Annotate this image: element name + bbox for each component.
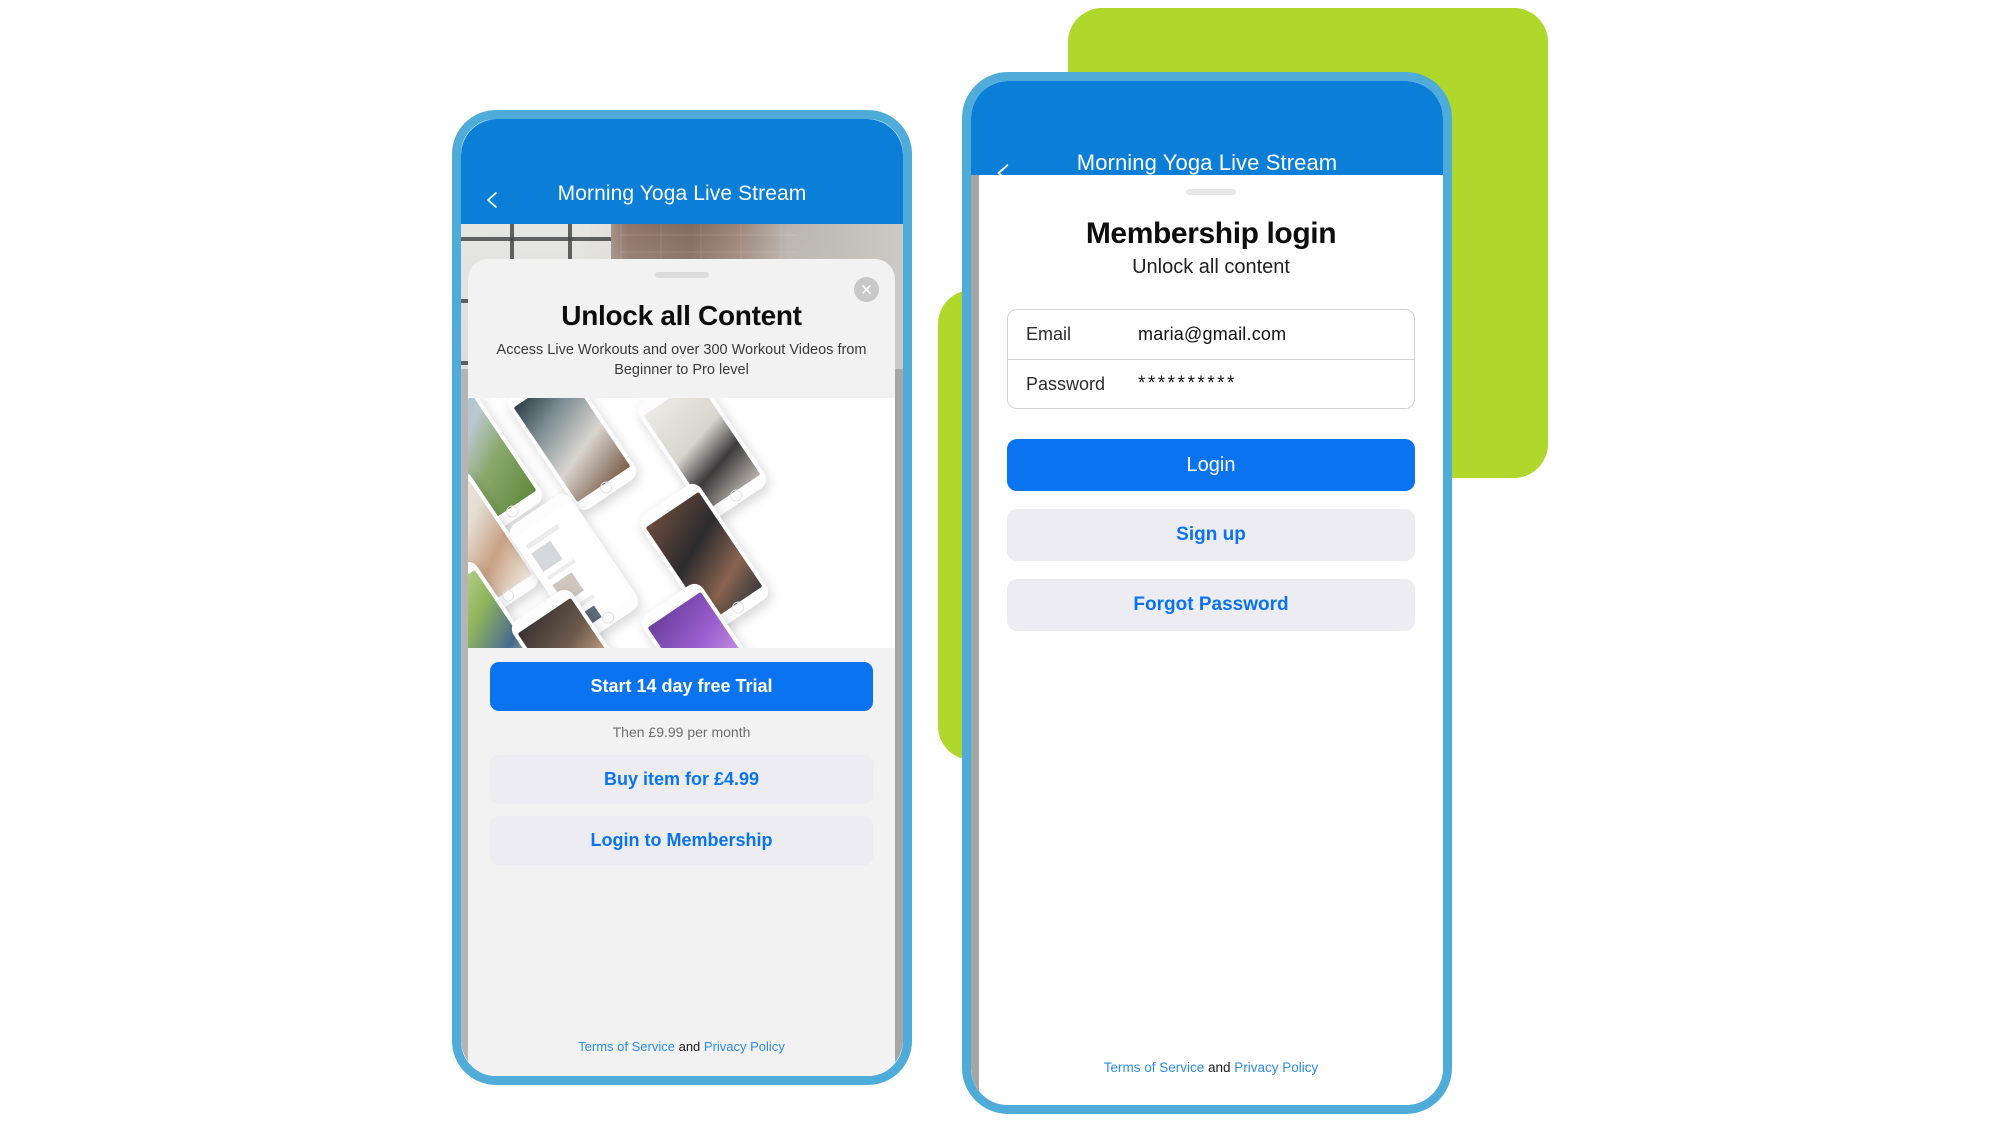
sheet-subtitle: Access Live Workouts and over 300 Workou… <box>496 342 867 378</box>
email-label: Email <box>1026 324 1072 344</box>
price-note: Then £9.99 per month <box>612 724 751 741</box>
chevron-left-icon[interactable] <box>483 190 503 210</box>
app-screenshots-collage <box>468 398 895 649</box>
phone-mockup-paywall: Morning Yoga Live Stream Unlock all Cont… <box>452 110 912 1085</box>
legal-conjunction: and <box>1204 1060 1235 1075</box>
forgot-password-button[interactable]: Forgot Password <box>1007 579 1415 631</box>
legal-links: Terms of Service and Privacy Policy <box>490 1025 873 1076</box>
paywall-sheet: Unlock all Content Access Live Workouts … <box>468 259 895 1076</box>
password-field[interactable]: ********** <box>1138 373 1237 395</box>
login-panel: Membership login Unlock all content Emai… <box>979 175 1443 1105</box>
legal-links: Terms of Service and Privacy Policy <box>1007 1060 1415 1105</box>
canvas: Morning Yoga Live Stream Unlock all Cont… <box>0 0 2000 1135</box>
signup-button[interactable]: Sign up <box>1007 509 1415 561</box>
password-row[interactable]: Password ********** <box>1008 359 1414 408</box>
page-subtitle: Unlock all content <box>1132 256 1290 278</box>
privacy-policy-link[interactable]: Privacy Policy <box>1234 1060 1318 1075</box>
buy-item-button[interactable]: Buy item for £4.99 <box>490 755 873 805</box>
privacy-policy-link[interactable]: Privacy Policy <box>704 1039 785 1054</box>
page-title: Membership login <box>1085 217 1337 250</box>
sheet-drag-handle[interactable] <box>1186 189 1236 195</box>
scrollbar-left[interactable] <box>971 175 979 1105</box>
cta-block: Start 14 day free Trial Then £9.99 per m… <box>468 648 895 1076</box>
navbar-title: Morning Yoga Live Stream <box>1076 149 1338 175</box>
terms-of-service-link[interactable]: Terms of Service <box>578 1039 675 1054</box>
navbar-title: Morning Yoga Live Stream <box>557 182 807 205</box>
sheet-header: Unlock all Content Access Live Workouts … <box>468 278 895 398</box>
email-row[interactable]: Email maria@gmail.com <box>1008 310 1414 359</box>
start-trial-button[interactable]: Start 14 day free Trial <box>490 662 873 712</box>
close-icon[interactable] <box>854 277 879 302</box>
scrollbar-left[interactable] <box>461 369 468 1076</box>
screen-paywall: Morning Yoga Live Stream Unlock all Cont… <box>461 119 903 1076</box>
login-to-membership-button[interactable]: Login to Membership <box>490 816 873 866</box>
credentials-form: Email maria@gmail.com Password *********… <box>1007 309 1415 409</box>
login-actions: Login Sign up Forgot Password <box>1007 439 1415 631</box>
scrollbar-right[interactable] <box>895 369 903 1076</box>
legal-conjunction: and <box>674 1039 704 1054</box>
page-title: Unlock all Content <box>561 300 802 331</box>
phone-mockup-login: Morning Yoga Live Stream Membership logi… <box>962 72 1452 1114</box>
navbar-left: Morning Yoga Live Stream <box>461 119 903 224</box>
screen-login: Morning Yoga Live Stream Membership logi… <box>971 81 1443 1105</box>
email-field[interactable]: maria@gmail.com <box>1138 324 1286 345</box>
terms-of-service-link[interactable]: Terms of Service <box>1104 1060 1205 1075</box>
password-label: Password <box>1026 373 1106 394</box>
login-button[interactable]: Login <box>1007 439 1415 491</box>
